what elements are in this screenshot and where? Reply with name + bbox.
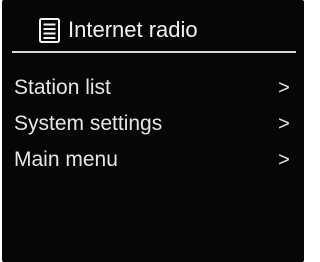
header-bar: Internet radio	[12, 12, 296, 48]
radio-display-screen: Internet radio Station list > System set…	[2, 0, 304, 262]
page-title: Internet radio	[68, 17, 198, 42]
header-divider	[12, 51, 296, 53]
chevron-right-icon: >	[278, 76, 290, 99]
menu-item-label: System settings	[14, 112, 163, 135]
main-menu-list: Station list > System settings > Main me…	[14, 70, 296, 178]
chevron-right-icon: >	[278, 112, 290, 135]
menu-item-station-list[interactable]: Station list >	[14, 70, 296, 106]
menu-item-label: Main menu	[14, 148, 118, 171]
menu-item-main-menu[interactable]: Main menu >	[14, 142, 296, 178]
menu-item-system-settings[interactable]: System settings >	[14, 106, 296, 142]
list-document-icon	[38, 17, 60, 43]
menu-item-label: Station list	[14, 76, 111, 99]
chevron-right-icon: >	[278, 148, 290, 171]
